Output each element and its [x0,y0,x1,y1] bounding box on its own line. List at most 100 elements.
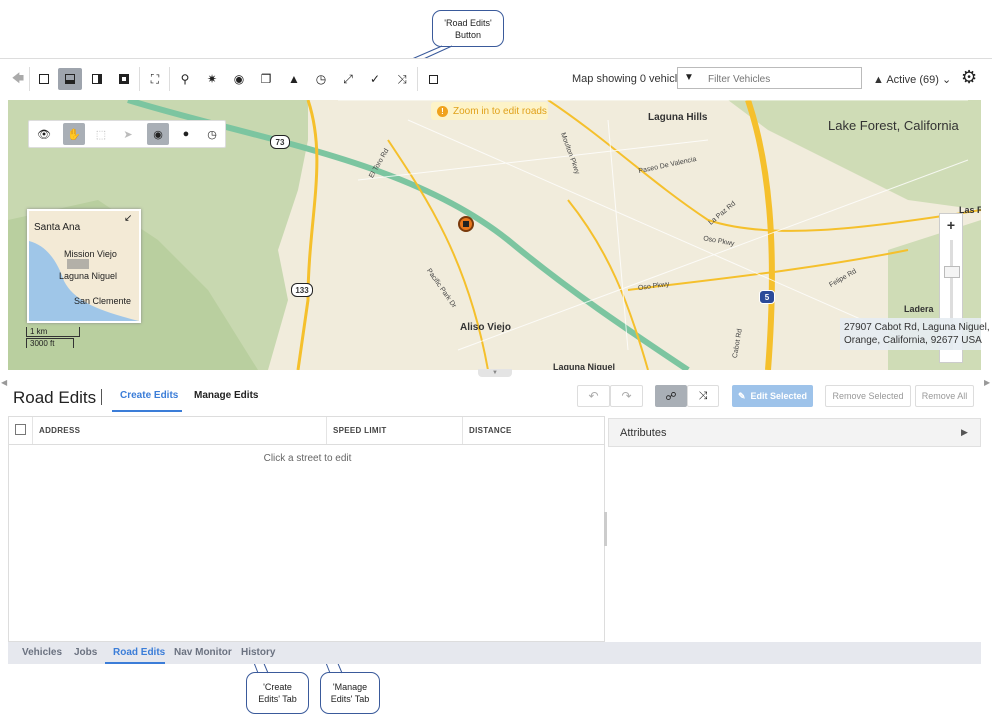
zoom-in-banner-text: Zoom in to edit roads [453,105,547,117]
overview-minimap[interactable]: Santa Ana Mission Viejo Laguna Niguel Sa… [27,209,141,323]
address-tooltip: 27907 Cabot Rd, Laguna Niguel, Orange, C… [840,318,990,350]
tab-vehicles[interactable]: Vehicles [22,647,62,658]
address-line-2: Orange, California, 92677 USA [844,335,982,346]
remove-selected-button[interactable]: Remove Selected [825,385,911,407]
panel-title: Road Edits [13,388,97,407]
select-all-checkbox[interactable] [15,424,26,435]
scale-km: 1 km [26,327,80,337]
expand-arrow-icon[interactable]: ▶ [961,427,968,438]
comment-icon[interactable]: ● [175,123,197,145]
attributes-label: Attributes [620,427,667,439]
hierarchy-icon: ▲ [873,74,884,86]
location-gear-icon[interactable]: ◉ [227,68,251,90]
map-label-laguna-niguel: Laguna Niguel [553,362,616,370]
share-icon[interactable]: ✷ [200,68,224,90]
fit-bounds-icon[interactable]: ⛶ [143,68,167,90]
interstate-5-shield: 5 [759,290,775,304]
tab-road-edits[interactable]: Road Edits [113,647,165,658]
branch-segment-button[interactable]: ⤨ [687,385,719,407]
split-bottom-icon[interactable] [58,68,82,90]
undo-button[interactable]: ↶ [577,385,610,407]
filter-vehicles-input[interactable] [706,70,860,88]
link-segment-button[interactable]: ☍ [655,385,687,407]
tab-history[interactable]: History [241,647,275,658]
pencil-icon: ✎ [737,390,746,401]
toolbar-separator [139,67,140,91]
filter-vehicles-field[interactable]: ▼ [677,67,862,89]
tab-active-underline [112,410,182,412]
title-divider [101,389,102,405]
zoom-in-button[interactable]: + [940,214,962,236]
callout-road-edits-button: 'Road Edits' Button [432,10,504,47]
marker-square [463,221,469,227]
pointer-select-icon[interactable]: ➤ [117,123,139,145]
edits-table: ADDRESS SPEED LIMIT DISTANCE Click a str… [8,416,605,642]
alert-icon[interactable]: ▲ [282,68,306,90]
active-dropdown[interactable]: ▲ Active (69) ⌄ [873,73,951,86]
vehicle-marker[interactable] [458,216,474,232]
funnel-icon: ▼ [684,72,694,83]
remove-all-button[interactable]: Remove All [915,385,974,407]
right-expand-arrow[interactable]: ▶ [984,378,990,387]
map-label-laguna-hills: Laguna Hills [648,112,708,123]
tab-jobs[interactable]: Jobs [74,647,97,658]
scale-bar: 1 km 3000 ft [26,327,80,351]
zoom-in-banner: ! Zoom in to edit roads [431,102,548,120]
column-address[interactable]: ADDRESS [33,417,327,444]
location-pin-icon[interactable]: ◉ [147,123,169,145]
route-icon[interactable]: ⤢ [336,68,360,90]
single-pane-icon[interactable] [32,68,56,90]
edit-selected-label: Edit Selected [750,391,808,401]
box-select-icon[interactable]: ⬚ [90,123,112,145]
hand-pan-icon[interactable]: ✋ [63,123,85,145]
warning-icon: ! [437,105,448,117]
globe-icon[interactable]: ◷ [201,123,223,145]
active-label: Active (69) [886,74,939,86]
back-arrow-icon[interactable]: 🡄 [6,68,30,90]
column-distance[interactable]: DISTANCE [463,417,604,444]
column-speed-limit[interactable]: SPEED LIMIT [327,417,463,444]
zoom-slider-handle[interactable] [944,266,960,278]
bottom-tab-active-underline [105,662,165,664]
chevron-down-icon: ⌄ [941,74,952,86]
route-edit-icon[interactable]: ⤨ [390,68,414,90]
edit-selected-button[interactable]: ✎ Edit Selected [732,385,813,407]
empty-table-message: Click a street to edit [263,453,352,464]
minimap-label-san-clemente: San Clemente [74,296,132,306]
search-icon[interactable]: ⚲ [173,68,197,90]
split-right-icon[interactable] [85,68,109,90]
select-icon[interactable] [421,68,445,90]
callout-manage-edits-tab: 'Manage Edits' Tab [320,672,380,714]
minimap-label-santa-ana: Santa Ana [34,222,81,233]
scale-ft: 3000 ft [26,338,74,348]
road-edits-icon[interactable]: ✓ [363,68,387,90]
eye-icon[interactable]: 👁 [33,123,55,145]
panel-splitter[interactable] [604,512,607,546]
map-vehicle-count: Map showing 0 vehicles [572,73,689,85]
history-icon[interactable]: ◷ [309,68,333,90]
toolbar-separator [29,67,30,91]
attributes-panel[interactable]: Attributes ▶ [608,418,981,447]
map-label-ladera: Ladera [904,304,934,314]
copy-icon[interactable]: ❐ [254,68,278,90]
toolbar-separator [417,67,418,91]
minimap-collapse-icon[interactable]: ↙ [124,213,132,224]
main-toolbar: 🡄 ⛶ ⚲ ✷ ◉ ❐ ▲ ◷ ⤢ ✓ ⤨ Map showing 0 vehi… [0,58,992,99]
table-header: ADDRESS SPEED LIMIT DISTANCE [9,417,604,445]
map-label-lake-forest: Lake Forest, California [828,118,959,133]
tab-manage-edits[interactable]: Manage Edits [194,390,258,401]
select-all-column [9,417,33,444]
toolbar-separator [169,67,170,91]
gear-icon[interactable]: ⚙ [961,67,977,88]
highway-133-shield: 133 [291,283,313,297]
map-collapse-handle[interactable]: ▼ [478,369,512,377]
callout-create-edits-tab: 'Create Edits' Tab [246,672,309,714]
map-label-aliso-viejo: Aliso Viejo [460,322,511,333]
full-pane-icon[interactable] [112,68,136,90]
minimap-label-laguna-niguel: Laguna Niguel [59,271,118,281]
map-tools-bar: 👁 ✋ ⬚ ➤ ◉ ● ◷ [28,120,226,148]
tab-create-edits[interactable]: Create Edits [120,390,178,401]
tab-nav-monitor[interactable]: Nav Monitor [174,647,232,658]
redo-button[interactable]: ↷ [610,385,643,407]
left-expand-arrow[interactable]: ◀ [1,378,7,387]
